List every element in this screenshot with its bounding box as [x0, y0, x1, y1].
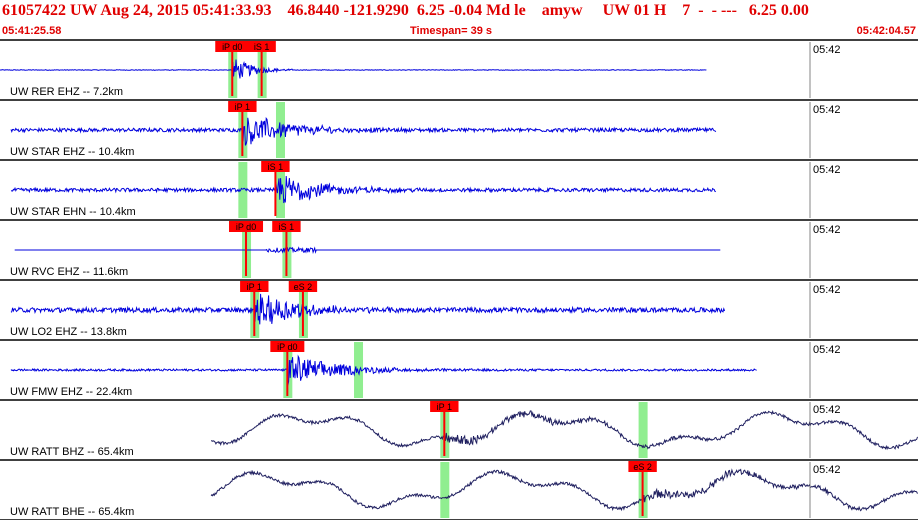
time-marker-label: 05:42 — [813, 344, 841, 356]
seismic-trace[interactable] — [14, 246, 721, 254]
seismic-trace[interactable] — [10, 354, 757, 386]
pick-label[interactable]: iP d0 — [236, 222, 256, 232]
station-label: UW LO2 EHZ -- 13.8km — [10, 326, 127, 338]
station-label: UW RATT BHZ -- 65.4km — [10, 446, 134, 458]
seismic-trace[interactable] — [210, 468, 918, 512]
time-marker-label: 05:42 — [813, 224, 841, 236]
seismic-trace[interactable] — [210, 410, 918, 451]
pick-label[interactable]: iP 1 — [247, 282, 262, 292]
time-marker-label: 05:42 — [813, 104, 841, 116]
time-marker-label: 05:42 — [813, 164, 841, 176]
time-marker-label: 05:42 — [813, 284, 841, 296]
pick-window — [440, 462, 450, 518]
station-label: UW RVC EHZ -- 11.6km — [10, 266, 128, 278]
station-label: UW RER EHZ -- 7.2km — [10, 86, 123, 98]
station-label: UW STAR EHZ -- 10.4km — [10, 146, 134, 158]
pick-label[interactable]: iS 1 — [279, 222, 295, 232]
pick-label[interactable]: iP 1 — [437, 402, 452, 412]
seismic-trace[interactable] — [10, 116, 717, 146]
pick-label[interactable]: iP 1 — [235, 102, 250, 112]
seismic-trace[interactable] — [10, 175, 716, 204]
time-marker-label: 05:42 — [813, 464, 841, 476]
pick-label[interactable]: iS 1 — [268, 162, 284, 172]
seismogram-panel[interactable]: iP d0 iS 1 05:42 UW RER EHZ -- 7.2km iP 1 05:… — [0, 0, 918, 520]
pick-label[interactable]: eS 2 — [294, 282, 313, 292]
station-label: UW STAR EHN -- 10.4km — [10, 206, 136, 218]
pick-window — [638, 402, 648, 458]
seismic-trace[interactable] — [10, 293, 726, 325]
seismic-trace[interactable] — [0, 59, 707, 79]
time-marker-label: 05:42 — [813, 404, 841, 416]
pick-label[interactable]: iP d0 — [222, 42, 242, 52]
pick-label[interactable]: iS 1 — [254, 42, 270, 52]
pick-label[interactable]: eS 2 — [633, 462, 652, 472]
time-marker-label: 05:42 — [813, 44, 841, 56]
station-label: UW RATT BHE -- 65.4km — [10, 506, 134, 518]
station-label: UW FMW EHZ -- 22.4km — [10, 386, 132, 398]
pick-label[interactable]: iP d0 — [277, 342, 297, 352]
